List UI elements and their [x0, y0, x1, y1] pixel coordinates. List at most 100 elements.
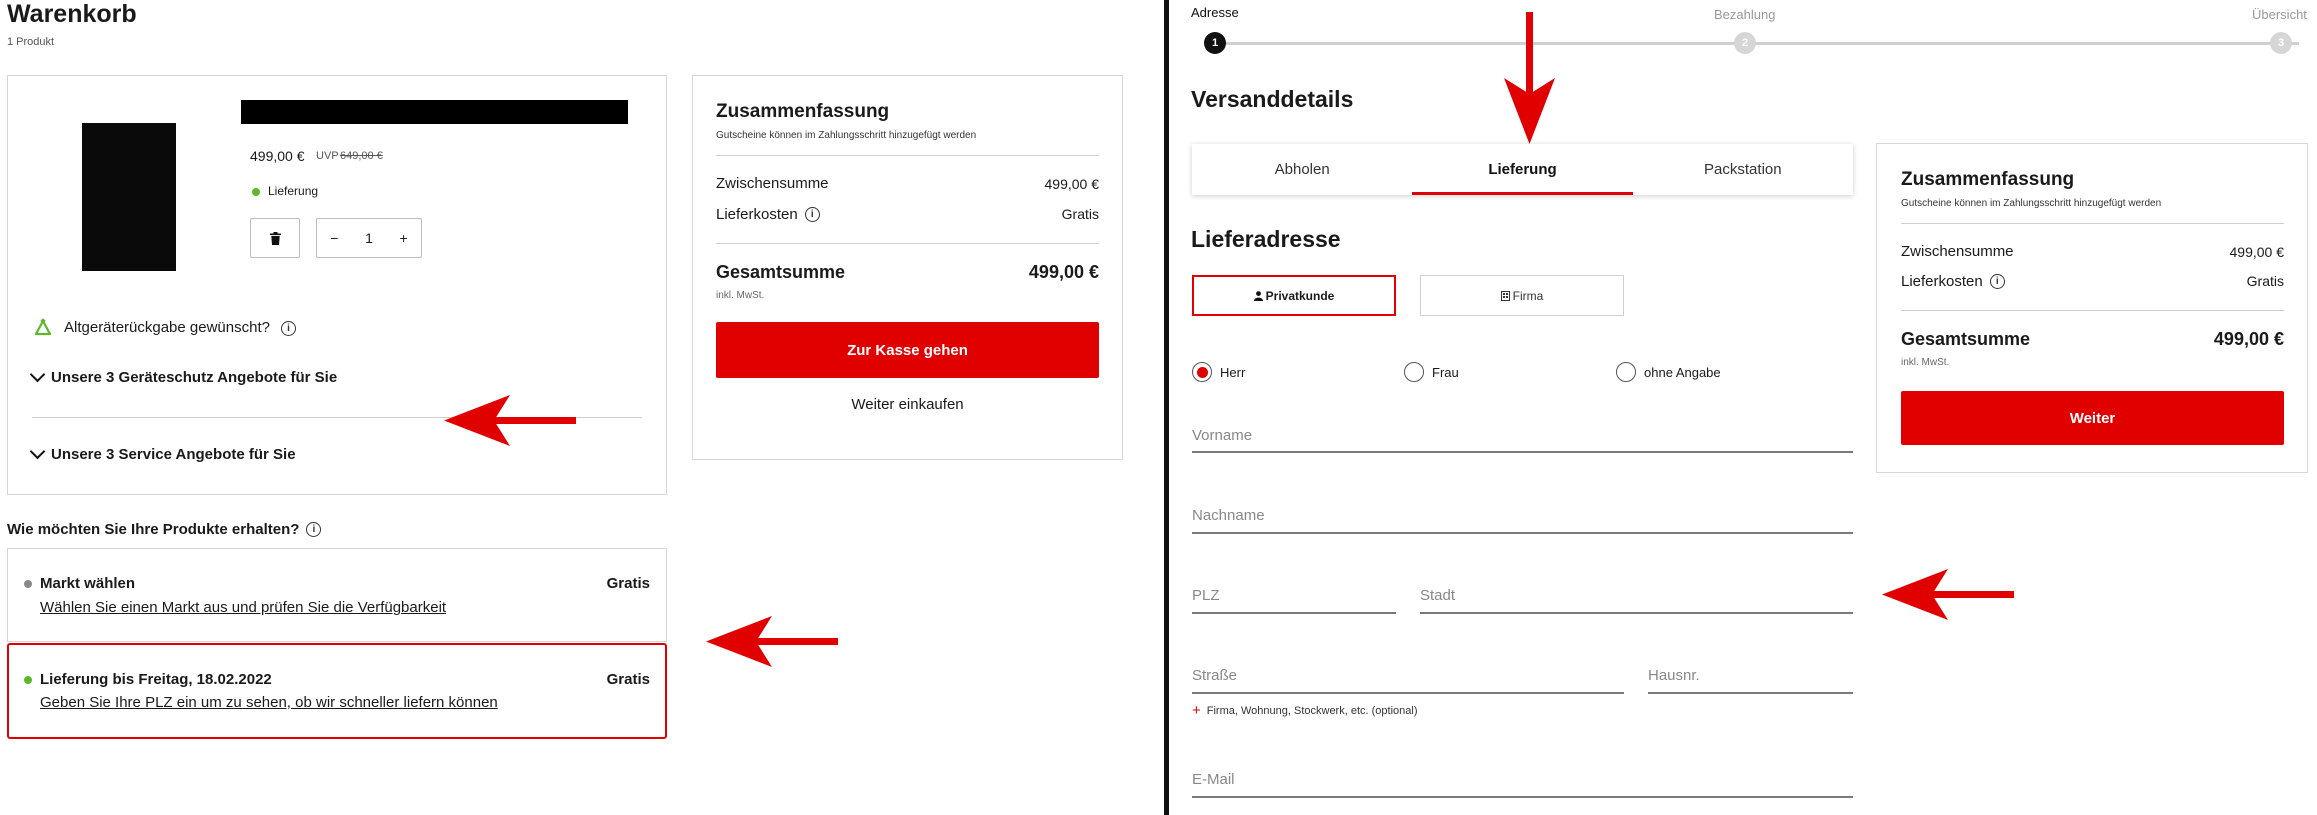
quantity-increase-button[interactable]: +	[400, 230, 408, 246]
option-title: Markt wählen	[40, 575, 136, 592]
quantity-stepper[interactable]: − 1 +	[316, 218, 422, 258]
delivery-availability-label: Lieferung	[268, 184, 319, 198]
shipping-option-delivery[interactable]	[7, 643, 667, 739]
email-underline	[1192, 796, 1853, 798]
subtotal-value: 499,00 €	[1044, 176, 1100, 192]
first-name-underline	[1192, 451, 1853, 453]
shipping-cost-row: Lieferkosten i	[716, 206, 820, 223]
info-icon[interactable]: i	[804, 207, 820, 222]
street-field[interactable]: Straße	[1192, 667, 1237, 684]
info-icon[interactable]: i	[281, 321, 296, 336]
delivery-method-tabs: Abholen Lieferung Packstation	[1192, 144, 1853, 195]
product-image[interactable]	[82, 123, 176, 271]
product-price: 499,00 €	[250, 148, 305, 164]
last-name-underline	[1192, 532, 1853, 534]
person-icon	[1253, 290, 1263, 301]
subtotal-value: 499,00 €	[2229, 244, 2285, 260]
option-title: Lieferung bis Freitag, 18.02.2022	[40, 671, 272, 688]
quantity-decrease-button[interactable]: −	[330, 230, 338, 246]
zip-field[interactable]: PLZ	[1192, 587, 1220, 604]
house-number-field[interactable]: Hausnr.	[1648, 667, 1700, 684]
salutation-radio-herr[interactable]	[1192, 362, 1212, 382]
tab-packstation[interactable]: Packstation	[1633, 144, 1853, 195]
summary-subtitle: Gutscheine können im Zahlungsschritt hin…	[1901, 198, 2162, 209]
shipping-cost-label: Lieferkosten	[1901, 273, 1983, 290]
info-icon[interactable]: i	[306, 522, 322, 537]
availability-dot	[252, 188, 260, 196]
annotation-arrow-left	[444, 395, 576, 446]
screenshot-divider	[1164, 0, 1169, 815]
tab-delivery[interactable]: Lieferung	[1412, 144, 1633, 195]
customer-type-label: Firma	[1512, 288, 1544, 303]
step-label-payment: Bezahlung	[1714, 7, 1776, 22]
accordion-label: Unsere 3 Geräteschutz Angebote für Sie	[51, 369, 338, 386]
city-field[interactable]: Stadt	[1420, 587, 1455, 604]
vat-note: inkl. MwSt.	[716, 290, 765, 301]
cart-title: Warenkorb	[7, 0, 137, 28]
zip-underline	[1192, 612, 1396, 614]
step-label-overview: Übersicht	[2252, 7, 2307, 22]
summary-subtitle: Gutscheine können im Zahlungsschritt hin…	[716, 130, 977, 141]
shipping-option-store[interactable]	[7, 548, 667, 642]
step-1-indicator[interactable]: 1	[1204, 32, 1226, 54]
annotation-arrow-left	[706, 616, 838, 667]
divider	[716, 243, 1099, 244]
house-number-underline	[1648, 692, 1853, 694]
divider	[716, 155, 1099, 156]
city-underline	[1420, 612, 1853, 614]
customer-type-company-button[interactable]: Firma	[1420, 275, 1624, 316]
customer-type-label: Privatkunde	[1265, 288, 1335, 303]
summary-title: Zusammenfassung	[1901, 169, 2075, 190]
shipping-cost-value: Gratis	[1061, 206, 1099, 222]
divider	[1901, 310, 2284, 311]
uvp-price: 649,00 €	[340, 150, 383, 162]
chevron-down-icon	[29, 443, 46, 460]
plus-icon: +	[1192, 702, 1201, 719]
choose-store-link[interactable]: Wählen Sie einen Markt aus und prüfen Si…	[40, 599, 446, 616]
info-icon[interactable]: i	[1989, 274, 2005, 289]
step-label-address: Adresse	[1191, 5, 1239, 20]
salutation-radio-frau[interactable]	[1404, 362, 1424, 382]
tab-pickup[interactable]: Abholen	[1192, 144, 1412, 195]
vat-note: inkl. MwSt.	[1901, 357, 1950, 368]
salutation-label[interactable]: Frau	[1432, 365, 1459, 380]
building-icon	[1500, 290, 1510, 301]
salutation-radio-none[interactable]	[1616, 362, 1636, 382]
option-price: Gratis	[606, 671, 650, 688]
stepper-track	[1216, 42, 2299, 45]
checkout-button[interactable]: Zur Kasse gehen	[716, 322, 1099, 378]
step-3-indicator: 3	[2270, 32, 2292, 54]
subtotal-label: Zwischensumme	[1901, 243, 2014, 260]
email-field[interactable]: E-Mail	[1192, 771, 1235, 788]
next-button[interactable]: Weiter	[1901, 391, 2284, 445]
total-value: 499,00 €	[2213, 329, 2284, 349]
recycle-icon	[34, 318, 52, 336]
cart-item-count: 1 Produkt	[7, 36, 55, 48]
product-name-redacted[interactable]	[241, 100, 628, 124]
accordion-device-protection[interactable]: Unsere 3 Geräteschutz Angebote für Sie	[29, 366, 338, 386]
shipping-cost-value: Gratis	[2246, 273, 2284, 289]
last-name-field[interactable]: Nachname	[1192, 507, 1265, 524]
total-label: Gesamtsumme	[716, 262, 846, 282]
chevron-down-icon	[29, 366, 46, 383]
shipping-question-label: Wie möchten Sie Ihre Produkte erhalten?	[7, 521, 300, 538]
shipping-cost-row: Lieferkosten i	[1901, 273, 2005, 290]
accordion-service-offers[interactable]: Unsere 3 Service Angebote für Sie	[29, 443, 296, 463]
option-status-dot	[24, 676, 32, 684]
trash-icon	[269, 231, 281, 245]
shipping-cost-label: Lieferkosten	[716, 206, 798, 223]
address-extra-label: Firma, Wohnung, Stockwerk, etc. (optiona…	[1206, 704, 1418, 717]
address-extra-toggle[interactable]: + Firma, Wohnung, Stockwerk, etc. (optio…	[1192, 702, 1417, 719]
customer-type-private-button[interactable]: Privatkunde	[1192, 275, 1396, 316]
first-name-field[interactable]: Vorname	[1192, 427, 1252, 444]
remove-item-button[interactable]	[250, 218, 300, 258]
enter-zip-link[interactable]: Geben Sie Ihre PLZ ein um zu sehen, ob w…	[40, 694, 498, 711]
salutation-label[interactable]: Herr	[1220, 365, 1245, 380]
salutation-label[interactable]: ohne Angabe	[1644, 365, 1721, 380]
total-label: Gesamtsumme	[1901, 329, 2031, 349]
accordion-label: Unsere 3 Service Angebote für Sie	[51, 446, 296, 463]
uvp-label: UVP	[316, 150, 339, 162]
continue-shopping-link[interactable]: Weiter einkaufen	[716, 396, 1099, 413]
summary-title: Zusammenfassung	[716, 101, 890, 122]
recycle-option-label[interactable]: Altgeräterückgabe gewünscht?	[64, 319, 270, 336]
